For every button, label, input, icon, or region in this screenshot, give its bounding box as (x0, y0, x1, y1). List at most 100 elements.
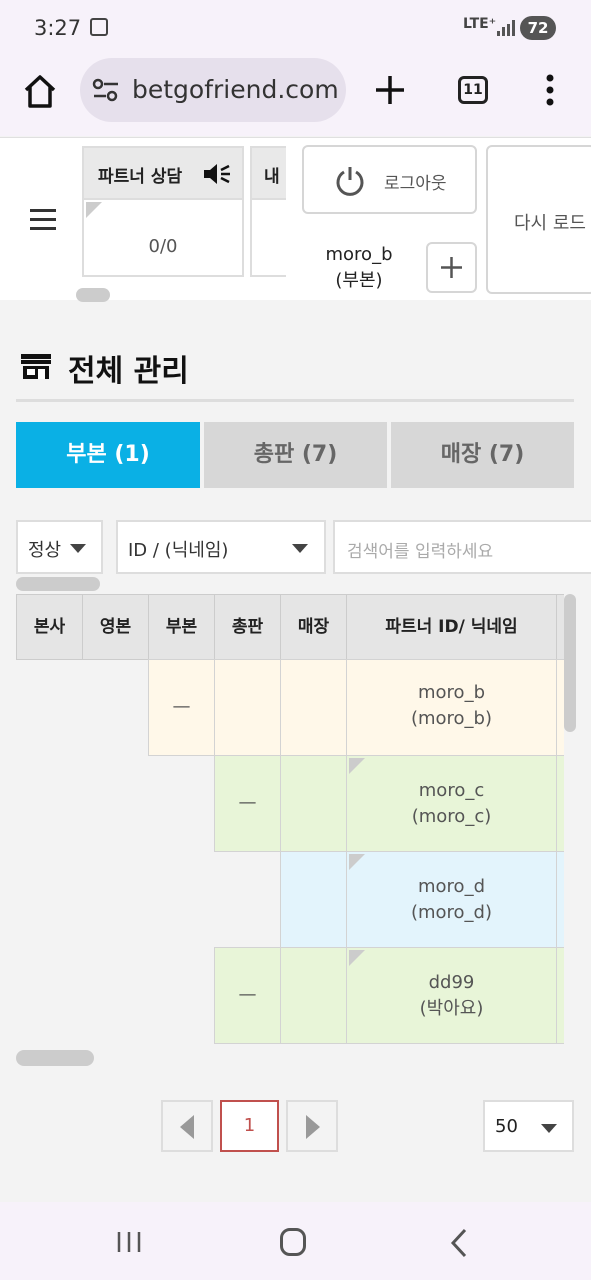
page-size-value: 50 (495, 1116, 518, 1137)
arrow-right-icon (306, 1115, 320, 1139)
user-role: (부본) (335, 270, 383, 291)
reload-button[interactable]: 다시 로드 (486, 145, 591, 294)
second-counter-title: 내 (264, 167, 280, 187)
table-row[interactable]: dd99 (박아요) (346, 947, 557, 1044)
username: moro_b (325, 244, 393, 265)
home-nav-icon[interactable] (280, 1228, 306, 1256)
partner-nick: (박아요) (419, 998, 484, 1019)
page-size-select[interactable]: 50 (483, 1100, 574, 1152)
page-number-current[interactable]: 1 (220, 1100, 279, 1152)
menu-icon[interactable] (30, 209, 56, 230)
corner-marker (349, 758, 365, 774)
search-type-select[interactable]: ID / (닉네임) (116, 520, 326, 574)
table-cell (280, 851, 347, 948)
tab-maejang[interactable]: 매장 (7) (391, 422, 574, 488)
corner-marker (349, 854, 365, 870)
chevron-down-icon (292, 544, 308, 553)
search-placeholder: 검색어를 입력하세요 (347, 542, 494, 562)
prev-page-button[interactable] (161, 1100, 213, 1152)
status-select[interactable]: 정상 (16, 520, 103, 574)
table-cell: — (214, 755, 281, 852)
tab-chongpan[interactable]: 총판 (7) (204, 422, 387, 488)
partner-consult-count: 0/0 (148, 236, 178, 257)
partner-consult-card[interactable]: 파트너 상담 0/0 (82, 146, 244, 277)
add-button[interactable] (426, 242, 477, 293)
recent-apps-icon[interactable] (116, 1230, 142, 1254)
col-header-maejang[interactable]: 매장 (280, 594, 347, 660)
arrow-left-icon (180, 1115, 194, 1139)
current-user: moro_b (부본) (316, 242, 402, 294)
reload-label: 다시 로드 (514, 213, 586, 234)
partner-id: moro_d (418, 876, 485, 897)
header-scrollbar[interactable] (76, 288, 110, 302)
col-header-bonsa[interactable]: 본사 (16, 594, 83, 660)
filter-scrollbar[interactable] (16, 577, 100, 591)
screen-record-icon (90, 18, 108, 36)
table-cell (280, 755, 347, 852)
back-icon[interactable] (449, 1228, 469, 1258)
chevron-down-icon (70, 544, 86, 553)
new-tab-icon[interactable] (374, 74, 406, 106)
search-input[interactable]: 검색어를 입력하세요 (333, 520, 591, 574)
table-row[interactable]: moro_c (moro_c) (346, 755, 557, 852)
signal-icon (497, 20, 515, 36)
chevron-down-icon (541, 1124, 557, 1133)
url-text: betgofriend.com (132, 75, 339, 104)
partner-nick: (moro_b) (410, 708, 493, 729)
page-title: 전체 관리 (68, 354, 189, 389)
dash-cell: — (172, 696, 191, 717)
home-icon[interactable] (20, 72, 60, 112)
system-nav-bar (0, 1202, 591, 1280)
table-horizontal-scrollbar[interactable] (16, 1050, 94, 1066)
power-icon (336, 167, 364, 196)
search-type-value: ID / (닉네임) (128, 540, 229, 561)
table-cell (280, 947, 347, 1044)
site-header: 파트너 상담 0/0 내 로그아웃 moro_b (부본) 다시 로드 (0, 137, 591, 302)
network-type: LTE⁺ (463, 16, 497, 32)
col-header-yeongbon[interactable]: 영본 (82, 594, 149, 660)
table-row[interactable]: moro_b (moro_b) (346, 659, 557, 756)
col-header-partner-id[interactable]: 파트너 ID/ 닉네임 (346, 594, 557, 660)
more-options-icon[interactable] (540, 74, 560, 106)
col-header-bubon[interactable]: 부본 (148, 594, 215, 660)
table-cell (556, 755, 564, 852)
plus-icon (441, 257, 462, 278)
address-bar[interactable]: betgofriend.com (80, 58, 346, 122)
status-select-value: 정상 (28, 540, 62, 561)
corner-marker (86, 202, 102, 218)
logout-button[interactable]: 로그아웃 (302, 145, 477, 214)
partner-nick: (moro_c) (411, 806, 492, 827)
table-cell: — (148, 659, 215, 756)
store-icon (21, 354, 51, 379)
battery-badge: 72 (520, 16, 556, 40)
partner-id: moro_c (418, 780, 485, 801)
table-cell (280, 659, 347, 756)
next-page-button[interactable] (286, 1100, 338, 1152)
speaker-icon[interactable] (202, 162, 232, 186)
browser-toolbar: betgofriend.com 11 (0, 56, 591, 136)
partner-type-tabs: 부본 (1) 총판 (7) 매장 (7) (16, 422, 574, 488)
col-header-chongpan[interactable]: 총판 (214, 594, 281, 660)
corner-marker (349, 950, 365, 966)
second-counter-card[interactable]: 내 (250, 146, 286, 277)
col-header-extra (556, 594, 564, 660)
tab-bubon[interactable]: 부본 (1) (16, 422, 200, 488)
status-bar: 3:27 LTE⁺ 72 (0, 0, 591, 56)
table-cell (556, 659, 564, 756)
partner-id: moro_b (418, 682, 485, 703)
table-cell (214, 659, 281, 756)
table-row[interactable]: moro_d (moro_d) (346, 851, 557, 948)
dash-cell: — (238, 984, 257, 1005)
section-header: 전체 관리 (16, 340, 574, 402)
partner-nick: (moro_d) (410, 902, 493, 923)
partner-consult-title: 파트너 상담 (98, 167, 183, 187)
table-cell: — (214, 947, 281, 1044)
site-settings-icon[interactable] (92, 78, 120, 102)
dash-cell: — (238, 792, 257, 813)
table-cell (556, 947, 564, 1044)
logout-label: 로그아웃 (384, 174, 447, 194)
partner-id: dd99 (428, 972, 475, 993)
tab-switcher-button[interactable]: 11 (458, 76, 488, 104)
table-vertical-scrollbar[interactable] (564, 594, 576, 732)
partner-table: 본사 영본 부본 총판 매장 파트너 ID/ 닉네임 — moro_b (mor… (16, 594, 564, 1046)
